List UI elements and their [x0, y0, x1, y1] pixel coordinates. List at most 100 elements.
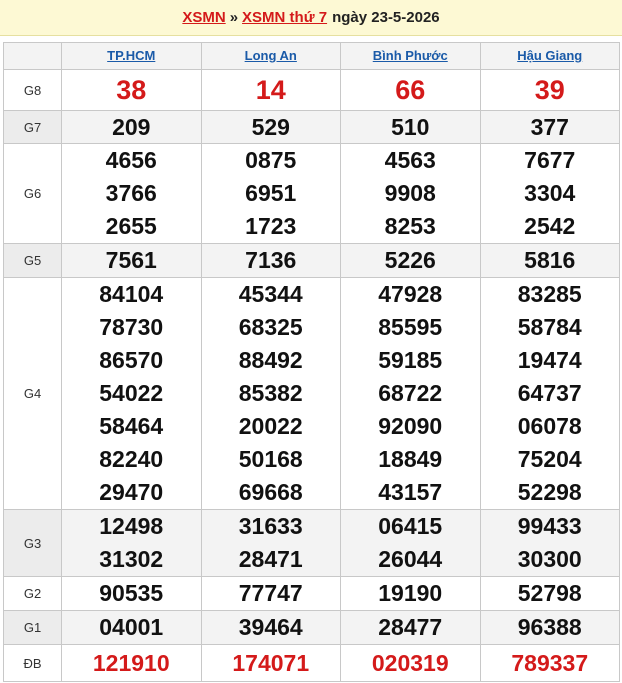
result-number: 54022 — [99, 380, 164, 406]
result-number: 28471 — [238, 546, 303, 572]
result-number: 99433 — [517, 513, 582, 539]
result-number: 04001 — [99, 614, 164, 640]
result-number: 47928 — [378, 281, 443, 307]
result-number: 69668 — [238, 479, 303, 505]
result-cell: 38 — [61, 69, 202, 111]
result-number: 6951 — [245, 180, 297, 206]
result-number: 92090 — [378, 413, 443, 439]
result-cell: 020319 — [340, 644, 481, 682]
breadcrumb-separator: » — [229, 9, 239, 26]
page-header: XSMN » XSMN thứ 7 ngày 23-5-2026 — [0, 0, 622, 36]
result-cell: 4656 3766 2655 — [61, 143, 202, 244]
prize-label: G7 — [3, 110, 62, 144]
result-number: 3766 — [105, 180, 157, 206]
result-number: 12498 — [99, 513, 164, 539]
result-cell: 45344 68325 88492 85382 20022 50168 69668 — [200, 277, 341, 510]
result-number: 0875 — [245, 147, 297, 173]
province-link-binh-phuoc[interactable]: Bình Phước — [373, 48, 448, 63]
prize-label: ĐB — [3, 644, 62, 682]
result-cell: 14 — [200, 69, 341, 111]
xsmn-saturday-link[interactable]: XSMN thứ 7 — [242, 9, 327, 26]
result-number: 59185 — [378, 347, 443, 373]
result-number: 2655 — [105, 213, 157, 239]
result-cell: 5226 — [340, 243, 481, 278]
result-number: 7677 — [524, 147, 576, 173]
result-number: 66 — [395, 75, 426, 105]
xsmn-link[interactable]: XSMN — [182, 9, 225, 26]
result-number: 85382 — [238, 380, 303, 406]
result-cell: 0875 6951 1723 — [200, 143, 341, 244]
result-number: 30300 — [517, 546, 582, 572]
result-number: 68325 — [238, 314, 303, 340]
result-cell: 66 — [340, 69, 481, 111]
result-number: 06078 — [517, 413, 582, 439]
result-cell: 174071 — [200, 644, 341, 682]
result-cell: 529 — [200, 110, 341, 144]
result-number: 5816 — [524, 247, 576, 273]
result-number: 19474 — [517, 347, 582, 373]
result-number: 174071 — [232, 650, 310, 676]
result-number: 377 — [530, 114, 569, 140]
result-number: 1723 — [245, 213, 297, 239]
result-cell: 52798 — [479, 576, 620, 611]
result-number: 52298 — [517, 479, 582, 505]
prize-label: G8 — [3, 69, 62, 111]
province-header-row: TP.HCM Long An Bình Phước Hậu Giang — [3, 42, 620, 70]
result-number: 45344 — [238, 281, 303, 307]
province-link-long-an[interactable]: Long An — [245, 48, 297, 63]
prize-row-g3: G3 12498 31302 31633 28471 06415 26044 99433 303… — [3, 509, 620, 577]
result-cell: 5816 — [479, 243, 620, 278]
result-cell: 121910 — [61, 644, 202, 682]
result-number: 50168 — [238, 446, 303, 472]
result-number: 64737 — [517, 380, 582, 406]
result-number: 39464 — [238, 614, 303, 640]
prize-row-db: ĐB 121910 174071 020319 789337 — [3, 644, 620, 682]
prize-row-g1: G1 04001 39464 28477 96388 — [3, 610, 620, 645]
result-number: 121910 — [92, 650, 170, 676]
result-cell: 4563 9908 8253 — [340, 143, 481, 244]
result-number: 96388 — [517, 614, 582, 640]
result-cell: 7677 3304 2542 — [479, 143, 620, 244]
result-number: 31302 — [99, 546, 164, 572]
result-number: 510 — [391, 114, 430, 140]
result-number: 85595 — [378, 314, 443, 340]
result-number: 3304 — [524, 180, 576, 206]
result-number: 90535 — [99, 580, 164, 606]
result-number: 43157 — [378, 479, 443, 505]
result-cell: 789337 — [479, 644, 620, 682]
result-number: 14 — [255, 75, 286, 105]
province-header-binh-phuoc: Bình Phước — [340, 42, 481, 70]
result-number: 83285 — [517, 281, 582, 307]
result-number: 020319 — [371, 650, 449, 676]
corner-cell — [3, 42, 62, 70]
result-cell: 39464 — [200, 610, 341, 645]
province-link-hau-giang[interactable]: Hậu Giang — [517, 48, 582, 63]
result-number: 209 — [112, 114, 151, 140]
prize-label: G3 — [3, 509, 62, 577]
province-link-hcm[interactable]: TP.HCM — [107, 48, 155, 63]
result-cell: 377 — [479, 110, 620, 144]
result-number: 86570 — [99, 347, 164, 373]
result-number: 4656 — [105, 147, 157, 173]
result-cell: 31633 28471 — [200, 509, 341, 577]
result-number: 26044 — [378, 546, 443, 572]
result-number: 19190 — [378, 580, 443, 606]
prize-row-g4: G4 84104 78730 86570 54022 58464 82240 29470 453… — [3, 277, 620, 510]
result-number: 78730 — [99, 314, 164, 340]
prize-label: G4 — [3, 277, 62, 510]
result-cell: 19190 — [340, 576, 481, 611]
result-number: 31633 — [238, 513, 303, 539]
result-number: 75204 — [517, 446, 582, 472]
result-number: 529 — [251, 114, 290, 140]
result-number: 18849 — [378, 446, 443, 472]
result-cell: 47928 85595 59185 68722 92090 18849 43157 — [340, 277, 481, 510]
result-number: 52798 — [517, 580, 582, 606]
prize-row-g7: G7 209 529 510 377 — [3, 110, 620, 144]
result-cell: 84104 78730 86570 54022 58464 82240 29470 — [61, 277, 202, 510]
results-table: TP.HCM Long An Bình Phước Hậu Giang G8 38… — [3, 42, 620, 682]
result-cell: 28477 — [340, 610, 481, 645]
result-cell: 96388 — [479, 610, 620, 645]
prize-rows: G8 38 14 66 39 G7 209 529 510 377 G6 4656 3766 2655 08… — [3, 69, 620, 682]
result-number: 29470 — [99, 479, 164, 505]
result-number: 77747 — [238, 580, 303, 606]
